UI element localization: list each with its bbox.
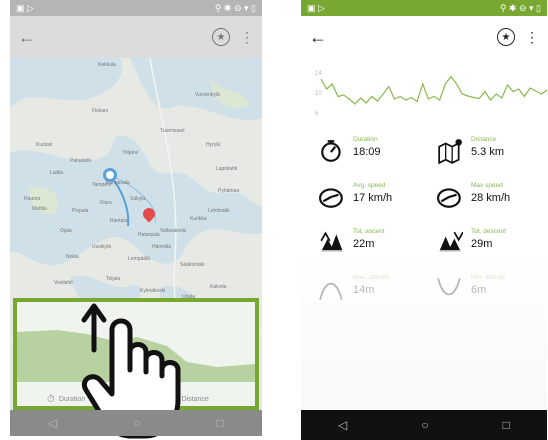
map-place-label: Tuomisaari — [160, 128, 185, 134]
faded-map-background — [301, 250, 547, 410]
status-bar: ▣ ▷ ⚲ ✱ ⊖ ▾ ▯ — [301, 0, 547, 16]
elevation-profile — [320, 75, 547, 105]
nav-back-icon[interactable]: ◁ — [48, 416, 57, 430]
app-bar: ← ★ ⋮ — [301, 16, 547, 58]
stopwatch-icon — [321, 140, 341, 162]
map-place-label: Säkylä — [130, 196, 146, 202]
map-place-label: Kurikka — [190, 216, 207, 222]
map-place-label: Fiskars — [92, 108, 109, 114]
map-place-label: Kalvola — [210, 284, 227, 290]
stat-max-speed: Max speed 28 km/h — [427, 178, 545, 218]
elevation-chart: 14 10 6 — [301, 60, 547, 120]
stat-label: Distance — [471, 136, 497, 143]
nav-recents-icon[interactable]: □ — [217, 416, 224, 430]
map-place-label: Lehtimäki — [208, 208, 230, 214]
map-place-label: Rauma — [24, 196, 41, 202]
more-options-icon[interactable]: ⋮ — [525, 29, 539, 46]
map-place-label: Hyrylä — [206, 142, 221, 148]
system-icons: ⚲ ✱ ⊖ ▾ ▯ — [214, 2, 256, 13]
map-place-label: Pyhämaa — [218, 188, 240, 194]
map-place-label: Mattila — [32, 206, 47, 212]
stat-label: Max speed — [471, 182, 503, 189]
map-place-label: Ojala — [60, 228, 72, 234]
system-icons: ⚲ ✱ ⊖ ▾ ▯ — [499, 2, 541, 13]
map-place-label: Pispala — [72, 208, 89, 214]
stat-label: Tot. descent — [471, 228, 507, 235]
map-place-label: Lapinlahti — [216, 166, 238, 172]
phone-right: ▣ ▷ ⚲ ✱ ⊖ ▾ ▯ ← ★ ⋮ 14 10 6 Duration 18:0… — [301, 0, 547, 440]
map-place-label: Kiuru — [100, 200, 112, 206]
speedometer-icon — [437, 188, 461, 208]
stat-value: 28 km/h — [471, 192, 511, 204]
back-arrow-icon[interactable]: ← — [18, 28, 36, 46]
stat-label: Avg. speed — [353, 182, 386, 189]
nav-bar: ◁ ○ □ — [301, 410, 547, 440]
map-place-label: Valkeakoski — [160, 228, 187, 234]
peek-stopwatch-icon: ⏱ — [47, 394, 55, 405]
stat-value: 22m — [353, 238, 375, 250]
favorite-star-icon[interactable]: ★ — [212, 28, 230, 46]
map-place-label: Härmälä — [152, 244, 171, 250]
stat-duration: Duration 18:09 — [309, 132, 427, 172]
stat-value: 29m — [471, 238, 493, 250]
map-place-label: Lempäälä — [128, 256, 150, 262]
nav-home-icon[interactable]: ○ — [421, 418, 428, 432]
map-place-label: Vesilahti — [54, 280, 73, 286]
map-place-label: Vuorenkylä — [195, 92, 220, 98]
speedometer-icon — [319, 188, 343, 208]
stat-distance: Distance 5.3 km — [427, 132, 545, 172]
stat-label: Duration — [353, 136, 378, 143]
nav-recents-icon[interactable]: □ — [503, 418, 510, 432]
status-bar: ▣ ▷ ⚲ ✱ ⊖ ▾ ▯ — [10, 0, 262, 16]
map-place-label: Kustavi — [36, 142, 53, 148]
map-place-label: Rantala — [110, 218, 128, 224]
stat-value: 17 km/h — [353, 192, 393, 204]
map-place-label: Ylöjärvi — [122, 150, 139, 156]
notification-icons: ▣ ▷ — [307, 2, 325, 13]
map-place-label: Toijala — [106, 276, 121, 282]
route-start-marker[interactable] — [103, 168, 117, 182]
stat-value: 18:09 — [353, 146, 381, 158]
nav-home-icon[interactable]: ○ — [133, 416, 140, 430]
map-place-label: Laitila — [50, 170, 64, 176]
back-arrow-icon[interactable]: ← — [309, 28, 327, 46]
map-place-label: Hatanpää — [138, 232, 160, 238]
map-place-label: Pahalahti — [70, 158, 91, 164]
map-place-label: Kekkula — [98, 62, 116, 68]
app-bar: ← ★ ⋮ — [10, 16, 262, 58]
map-place-label: Nokia — [66, 254, 79, 260]
phone-left: ▣ ▷ ⚲ ✱ ⊖ ▾ ▯ ← ★ ⋮ Kekkula Vuorenkylä Fis… — [10, 0, 262, 440]
elevation-line — [320, 75, 547, 105]
more-options-icon[interactable]: ⋮ — [240, 29, 254, 46]
map-place-label: Uusikylä — [92, 244, 111, 250]
map-place-label: Sääksmäki — [180, 262, 205, 268]
stat-value: 5.3 km — [471, 146, 505, 158]
nav-bar: ◁ ○ □ — [10, 410, 262, 436]
notification-icons: ▣ ▷ — [16, 2, 34, 13]
map-place-label: Kylmäkoski — [140, 288, 166, 294]
map-place-label: Tampere — [92, 182, 112, 188]
nav-back-icon[interactable]: ◁ — [338, 418, 347, 432]
favorite-star-icon[interactable]: ★ — [497, 28, 515, 46]
map-pin-icon — [438, 139, 462, 164]
stat-label: Tot. ascent — [353, 228, 385, 235]
stat-avg-speed: Avg. speed 17 km/h — [309, 178, 427, 218]
